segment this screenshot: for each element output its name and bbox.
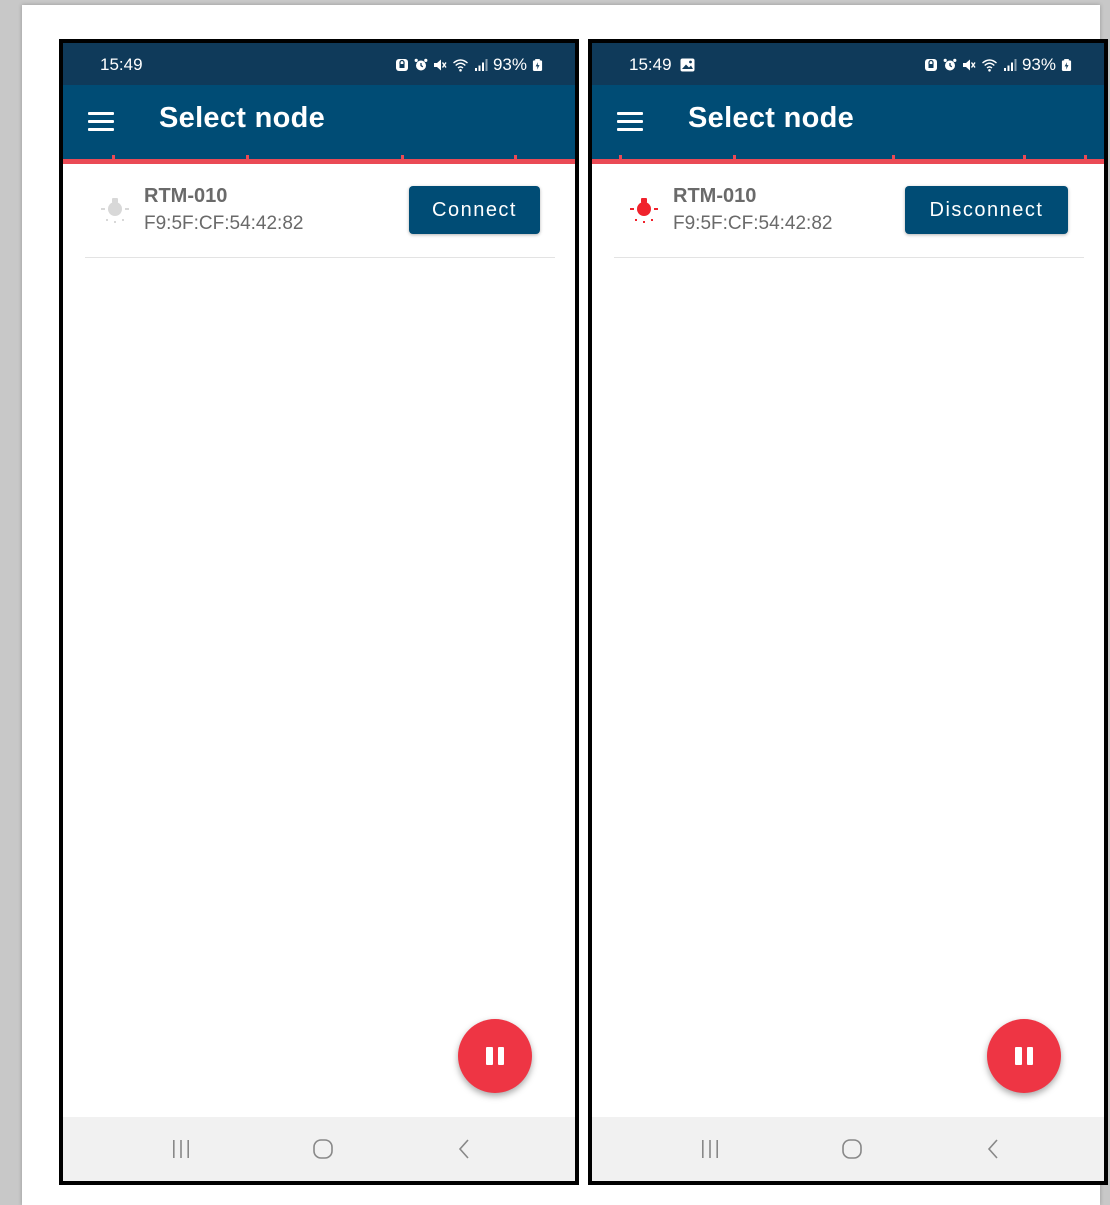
disconnect-button[interactable]: Disconnect	[905, 186, 1068, 234]
pause-scan-button[interactable]	[987, 1019, 1061, 1093]
pause-icon	[1015, 1047, 1033, 1065]
connect-button[interactable]: Connect	[409, 186, 540, 234]
recent-apps-icon[interactable]	[699, 1137, 721, 1161]
page-title: Select node	[688, 102, 855, 134]
menu-icon[interactable]	[88, 112, 114, 132]
app-bar: Select node	[592, 85, 1104, 159]
document-page: 15:49 93% Select node RTM-010 F9:5F:CF:5…	[22, 5, 1108, 1205]
lightbulb-icon	[630, 198, 658, 223]
gallery-icon	[680, 58, 695, 72]
battery-icon	[1061, 59, 1072, 71]
signal-icon	[474, 59, 488, 71]
recent-apps-icon[interactable]	[170, 1137, 192, 1161]
status-time: 15:49	[629, 55, 695, 75]
wifi-icon	[982, 59, 997, 72]
node-name: RTM-010	[144, 185, 228, 207]
node-mac-address: F9:5F:CF:54:42:82	[673, 213, 833, 234]
back-icon[interactable]	[456, 1137, 472, 1161]
status-time-text: 15:49	[629, 55, 672, 74]
status-bar: 15:49 93%	[63, 43, 575, 85]
battery-percent: 93%	[492, 55, 527, 74]
alarm-icon	[943, 58, 957, 71]
status-icons: 93%	[395, 55, 543, 75]
mute-icon	[962, 59, 976, 71]
app-bar: Select node	[63, 85, 575, 159]
phone-screen-disconnect: 15:49 93% Select node RTM-010 F9:5F:CF:5…	[588, 39, 1108, 1185]
lightbulb-icon	[101, 198, 129, 223]
node-list-item[interactable]: RTM-010 F9:5F:CF:54:42:82 Disconnect	[614, 165, 1084, 258]
mute-icon	[433, 59, 447, 71]
home-icon[interactable]	[311, 1137, 335, 1161]
status-bar: 15:49 93%	[592, 43, 1104, 85]
node-list-item[interactable]: RTM-010 F9:5F:CF:54:42:82 Connect	[85, 165, 555, 258]
pause-scan-button[interactable]	[458, 1019, 532, 1093]
menu-icon[interactable]	[617, 112, 643, 132]
back-icon[interactable]	[985, 1137, 1001, 1161]
status-icons: 93%	[924, 55, 1072, 75]
accent-strip	[592, 155, 1104, 164]
page-title: Select node	[159, 102, 326, 134]
status-time: 15:49	[100, 55, 143, 75]
signal-icon	[1003, 59, 1017, 71]
wifi-icon	[453, 59, 468, 72]
status-time-text: 15:49	[100, 55, 143, 74]
home-icon[interactable]	[840, 1137, 864, 1161]
lock-app-icon	[395, 59, 408, 71]
pause-icon	[486, 1047, 504, 1065]
system-nav-bar	[592, 1117, 1104, 1181]
lock-app-icon	[924, 59, 937, 71]
phone-screen-connect: 15:49 93% Select node RTM-010 F9:5F:CF:5…	[59, 39, 579, 1185]
node-mac-address: F9:5F:CF:54:42:82	[144, 213, 304, 234]
battery-percent: 93%	[1021, 55, 1056, 74]
alarm-icon	[414, 58, 428, 71]
system-nav-bar	[63, 1117, 575, 1181]
battery-icon	[532, 59, 543, 71]
node-name: RTM-010	[673, 185, 757, 207]
accent-strip	[63, 155, 575, 164]
